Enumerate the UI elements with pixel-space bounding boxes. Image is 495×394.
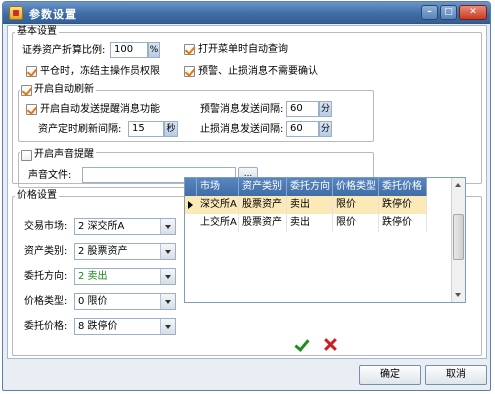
column-header[interactable]: 委托方向 bbox=[287, 178, 333, 196]
order-price-select[interactable]: 8 跌停价 bbox=[74, 318, 176, 335]
basic-settings-title: 基本设置 bbox=[15, 26, 59, 38]
minimize-button[interactable]: – bbox=[421, 5, 438, 20]
table-cell[interactable]: 股票资产 bbox=[239, 214, 287, 232]
close-button[interactable]: ✕ bbox=[459, 5, 487, 20]
open-menu-query-label: 打开菜单时自动查询 bbox=[198, 44, 288, 55]
no-confirm-checkbox[interactable] bbox=[184, 66, 195, 77]
ratio-input[interactable]: 100 bbox=[110, 42, 148, 58]
table-cell[interactable]: 限价 bbox=[333, 214, 379, 232]
sound-title: 开启声音提醒 bbox=[34, 149, 94, 160]
header-indicator bbox=[185, 178, 197, 196]
table-cell[interactable]: 股票资产 bbox=[239, 196, 287, 214]
maximize-icon: □ bbox=[444, 7, 453, 17]
ratio-unit: % bbox=[148, 42, 160, 58]
confirm-button[interactable]: 确定 bbox=[359, 365, 421, 385]
scroll-down-icon[interactable] bbox=[452, 288, 465, 302]
column-header[interactable]: 市场 bbox=[197, 178, 239, 196]
table-cell[interactable]: 限价 bbox=[333, 196, 379, 214]
stop-interval-input[interactable]: 60 bbox=[286, 121, 319, 137]
delete-icon[interactable] bbox=[322, 336, 340, 354]
chevron-down-icon[interactable] bbox=[160, 319, 175, 334]
auto-refresh-title: 开启自动刷新 bbox=[34, 84, 94, 95]
asset-type-select[interactable]: 2 股票资产 bbox=[74, 243, 176, 260]
order-price-label: 委托价格: bbox=[24, 321, 68, 332]
app-icon bbox=[9, 6, 23, 20]
table-cell[interactable]: 跌停价 bbox=[379, 214, 427, 232]
alert-interval-unit: 分 bbox=[319, 101, 332, 117]
chevron-down-icon[interactable] bbox=[160, 294, 175, 309]
price-type-select[interactable]: 0 限价 bbox=[74, 293, 176, 310]
direction-label: 委托方向: bbox=[24, 271, 68, 282]
column-header[interactable]: 委托价格 bbox=[379, 178, 427, 196]
title-bar[interactable]: 参数设置 – □ ✕ bbox=[3, 2, 490, 24]
column-header[interactable]: 资产类别 bbox=[239, 178, 287, 196]
cancel-button[interactable]: 取消 bbox=[425, 365, 487, 385]
sound-checkbox[interactable] bbox=[21, 150, 32, 161]
price-type-label: 价格类型: bbox=[24, 296, 68, 307]
dialog-body: 基本设置 证券资产折算比例: 100 % 打开菜单时自动查询 平仓时，冻结主操作… bbox=[7, 25, 487, 359]
column-header[interactable]: 价格类型 bbox=[333, 178, 379, 196]
direction-select-value: 2 卖出 bbox=[78, 271, 108, 282]
close-freeze-label: 平仓时，冻结主操作员权限 bbox=[40, 66, 160, 77]
table-cell[interactable]: 跌停价 bbox=[379, 196, 427, 214]
stop-interval-label: 止损消息发送间隔: bbox=[200, 124, 284, 135]
sound-title-wrap: 开启声音提醒 bbox=[20, 149, 96, 161]
asset-type-label: 资产类别: bbox=[24, 246, 68, 257]
minimize-icon: – bbox=[427, 7, 432, 17]
check-icon[interactable] bbox=[292, 336, 310, 354]
table-row[interactable]: 深交所A 股票资产 卖出 限价 跌停价 bbox=[185, 196, 427, 214]
chevron-down-icon[interactable] bbox=[160, 244, 175, 259]
asset-refresh-label: 资产定时刷新间隔: bbox=[38, 124, 122, 135]
table-header: 市场 资产类别 委托方向 价格类型 委托价格 bbox=[185, 178, 427, 196]
auto-refresh-checkbox[interactable] bbox=[21, 85, 32, 96]
chevron-down-icon[interactable] bbox=[160, 219, 175, 234]
market-select-value: 2 深交所A bbox=[78, 221, 125, 232]
price-type-select-value: 0 限价 bbox=[78, 296, 108, 307]
table-cell[interactable]: 深交所A bbox=[197, 196, 239, 214]
auto-send-checkbox[interactable] bbox=[26, 104, 37, 115]
scroll-up-icon[interactable] bbox=[452, 178, 465, 192]
vertical-scrollbar[interactable] bbox=[451, 178, 465, 302]
settings-window: 参数设置 – □ ✕ 基本设置 证券资产折算比例: 100 % 打开菜单时自动查… bbox=[2, 1, 491, 391]
auto-refresh-title-wrap: 开启自动刷新 bbox=[20, 84, 96, 96]
asset-refresh-input[interactable]: 15 bbox=[128, 121, 164, 137]
price-settings-table[interactable]: 市场 资产类别 委托方向 价格类型 委托价格 深交所A 股票资产 卖出 限价 跌… bbox=[184, 177, 466, 303]
row-indicator-icon bbox=[185, 196, 195, 214]
sound-file-label: 声音文件: bbox=[28, 170, 72, 181]
table-cell[interactable]: 卖出 bbox=[287, 196, 333, 214]
open-menu-query-checkbox[interactable] bbox=[184, 44, 195, 55]
close-freeze-checkbox[interactable] bbox=[26, 66, 37, 77]
asset-refresh-unit: 秒 bbox=[164, 121, 178, 137]
table-row[interactable]: 上交所A 股票资产 卖出 限价 跌停价 bbox=[185, 214, 427, 232]
asset-type-select-value: 2 股票资产 bbox=[78, 246, 128, 257]
stop-interval-unit: 分 bbox=[319, 121, 332, 137]
no-confirm-label: 预警、止损消息不需要确认 bbox=[198, 66, 318, 77]
table-cell[interactable]: 上交所A bbox=[197, 214, 239, 232]
close-icon: ✕ bbox=[469, 7, 477, 17]
order-price-select-value: 8 跌停价 bbox=[78, 321, 118, 332]
window-title: 参数设置 bbox=[29, 8, 77, 21]
price-settings-title: 价格设置 bbox=[15, 190, 59, 202]
scroll-thumb[interactable] bbox=[453, 214, 464, 260]
market-select[interactable]: 2 深交所A bbox=[74, 218, 176, 235]
auto-send-label: 开启自动发送提醒消息功能 bbox=[40, 104, 160, 115]
alert-interval-input[interactable]: 60 bbox=[286, 101, 319, 117]
ratio-label: 证券资产折算比例: bbox=[22, 45, 106, 56]
market-label: 交易市场: bbox=[24, 221, 68, 232]
alert-interval-label: 预警消息发送间隔: bbox=[200, 104, 284, 115]
table-cell[interactable]: 卖出 bbox=[287, 214, 333, 232]
maximize-button[interactable]: □ bbox=[440, 5, 457, 20]
direction-select[interactable]: 2 卖出 bbox=[74, 268, 176, 285]
chevron-down-icon[interactable] bbox=[160, 269, 175, 284]
